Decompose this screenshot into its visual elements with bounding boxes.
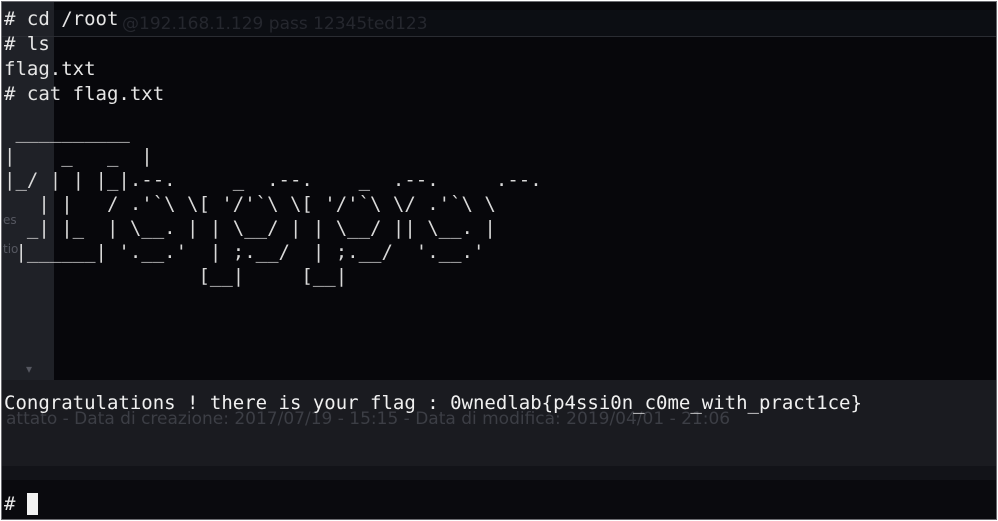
prompt-symbol: # <box>4 492 16 515</box>
terminal-window[interactable]: @192.168.1.129 pass 12345ted123 es tio ▾… <box>1 1 997 520</box>
terminal-line: # cd /root <box>4 8 119 30</box>
ascii-line: |_/ | | |_|.--. _ .--. _ .--. .--. <box>4 169 542 191</box>
terminal-output: # cd /root # ls flag.txt # cat flag.txt <box>4 7 164 107</box>
ascii-line: [__| [__| <box>4 265 348 287</box>
chevron-down-icon: ▾ <box>26 362 33 376</box>
ascii-art-banner: __________ | _ _ | |_/ | | |_|.--. _ .--… <box>4 120 542 288</box>
ascii-line: __________ <box>4 121 130 143</box>
background-url-text: @192.168.1.129 pass 12345ted123 <box>122 14 428 34</box>
terminal-line: # cat flag.txt <box>4 83 165 105</box>
ascii-line: | | / .'`\ \[ '/'`\ \[ '/'`\ \/ .'`\ \ <box>4 193 496 215</box>
ascii-line: _| |_ | \__. | | \__/ | | \__/ || \__. | <box>4 217 496 239</box>
flag-message: Congratulations ! there is your flag : 0… <box>4 392 862 414</box>
ascii-line: |______| '.__.' | ;.__/ | ;.__/ '.__.' <box>4 241 485 263</box>
text-cursor <box>27 492 39 515</box>
terminal-line: # ls <box>4 33 50 55</box>
background-status-strip <box>2 466 996 480</box>
background-bottom-area <box>2 480 996 519</box>
ascii-line: | _ _ | <box>4 145 153 167</box>
terminal-prompt[interactable]: # <box>4 491 39 516</box>
terminal-line: flag.txt <box>4 58 96 80</box>
